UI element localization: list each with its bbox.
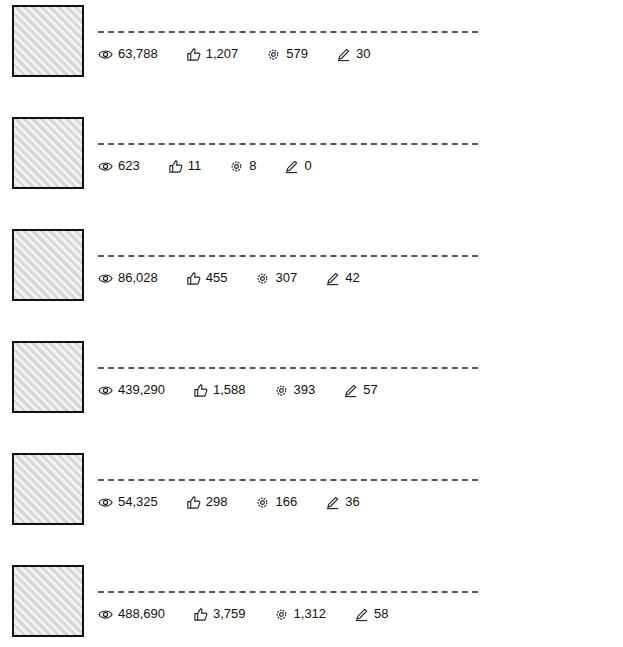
article-row[interactable]: 86,028 455 307 42 (12, 229, 623, 301)
comments-stat[interactable]: 58 (354, 605, 388, 623)
article-stats: 439,290 1,588 393 57 (98, 381, 478, 399)
article-stats: 488,690 3,759 1,312 58 (98, 605, 478, 623)
thumbs-up-icon (186, 271, 201, 286)
eye-icon (98, 495, 113, 510)
likes-stat[interactable]: 455 (186, 269, 228, 287)
pencil-icon (284, 159, 299, 174)
pencil-icon (325, 271, 340, 286)
views-stat: 488,690 (98, 605, 165, 623)
article-row[interactable]: 439,290 1,588 393 57 (12, 341, 623, 413)
comments-stat[interactable]: 30 (336, 45, 370, 63)
pencil-icon (336, 47, 351, 62)
comments-stat[interactable]: 0 (284, 157, 311, 175)
article-info: 63,788 1,207 579 30 (98, 5, 478, 63)
gear-icon (274, 383, 289, 398)
eye-icon (98, 383, 113, 398)
thumbs-up-icon (186, 47, 201, 62)
pencil-icon (343, 383, 358, 398)
favorites-stat[interactable]: 1,312 (274, 605, 327, 623)
article-thumbnail[interactable] (12, 565, 84, 637)
views-stat: 54,325 (98, 493, 158, 511)
pencil-icon (354, 607, 369, 622)
views-stat: 63,788 (98, 45, 158, 63)
article-info: 86,028 455 307 42 (98, 229, 478, 287)
article-thumbnail[interactable] (12, 5, 84, 77)
article-stats: 623 11 8 0 (98, 157, 478, 175)
article-info: 439,290 1,588 393 57 (98, 341, 478, 399)
gear-icon (255, 271, 270, 286)
likes-stat[interactable]: 3,759 (193, 605, 246, 623)
gear-icon (266, 47, 281, 62)
thumbs-up-icon (168, 159, 183, 174)
likes-stat[interactable]: 1,207 (186, 45, 239, 63)
article-stats: 63,788 1,207 579 30 (98, 45, 478, 63)
article-thumbnail[interactable] (12, 229, 84, 301)
likes-stat[interactable]: 1,588 (193, 381, 246, 399)
eye-icon (98, 159, 113, 174)
favorites-stat[interactable]: 8 (229, 157, 256, 175)
favorites-stat[interactable]: 307 (255, 269, 297, 287)
views-stat: 439,290 (98, 381, 165, 399)
article-info: 623 11 8 0 (98, 117, 478, 175)
views-stat: 623 (98, 157, 140, 175)
comments-stat[interactable]: 42 (325, 269, 359, 287)
thumbs-up-icon (193, 383, 208, 398)
comments-stat[interactable]: 57 (343, 381, 377, 399)
article-row[interactable]: 54,325 298 166 36 (12, 453, 623, 525)
views-stat: 86,028 (98, 269, 158, 287)
gear-icon (274, 607, 289, 622)
thumbs-up-icon (186, 495, 201, 510)
gear-icon (255, 495, 270, 510)
article-title[interactable] (98, 583, 478, 593)
favorites-stat[interactable]: 166 (255, 493, 297, 511)
article-info: 54,325 298 166 36 (98, 453, 478, 511)
article-thumbnail[interactable] (12, 341, 84, 413)
favorites-stat[interactable]: 579 (266, 45, 308, 63)
article-thumbnail[interactable] (12, 453, 84, 525)
article-title[interactable] (98, 135, 478, 145)
article-title[interactable] (98, 247, 478, 257)
pencil-icon (325, 495, 340, 510)
article-row[interactable]: 63,788 1,207 579 30 (12, 5, 623, 77)
article-title[interactable] (98, 471, 478, 481)
article-info: 488,690 3,759 1,312 58 (98, 565, 478, 623)
gear-icon (229, 159, 244, 174)
article-stats: 54,325 298 166 36 (98, 493, 478, 511)
article-row[interactable]: 623 11 8 0 (12, 117, 623, 189)
likes-stat[interactable]: 298 (186, 493, 228, 511)
favorites-stat[interactable]: 393 (274, 381, 316, 399)
likes-stat[interactable]: 11 (168, 157, 202, 175)
article-row[interactable]: 488,690 3,759 1,312 58 (12, 565, 623, 637)
article-list: 63,788 1,207 579 30 623 11 8 0 86,028 455 307 42 439… (0, 0, 623, 647)
article-title[interactable] (98, 359, 478, 369)
article-stats: 86,028 455 307 42 (98, 269, 478, 287)
article-title[interactable] (98, 23, 478, 33)
thumbs-up-icon (193, 607, 208, 622)
eye-icon (98, 47, 113, 62)
comments-stat[interactable]: 36 (325, 493, 359, 511)
article-thumbnail[interactable] (12, 117, 84, 189)
eye-icon (98, 607, 113, 622)
eye-icon (98, 271, 113, 286)
